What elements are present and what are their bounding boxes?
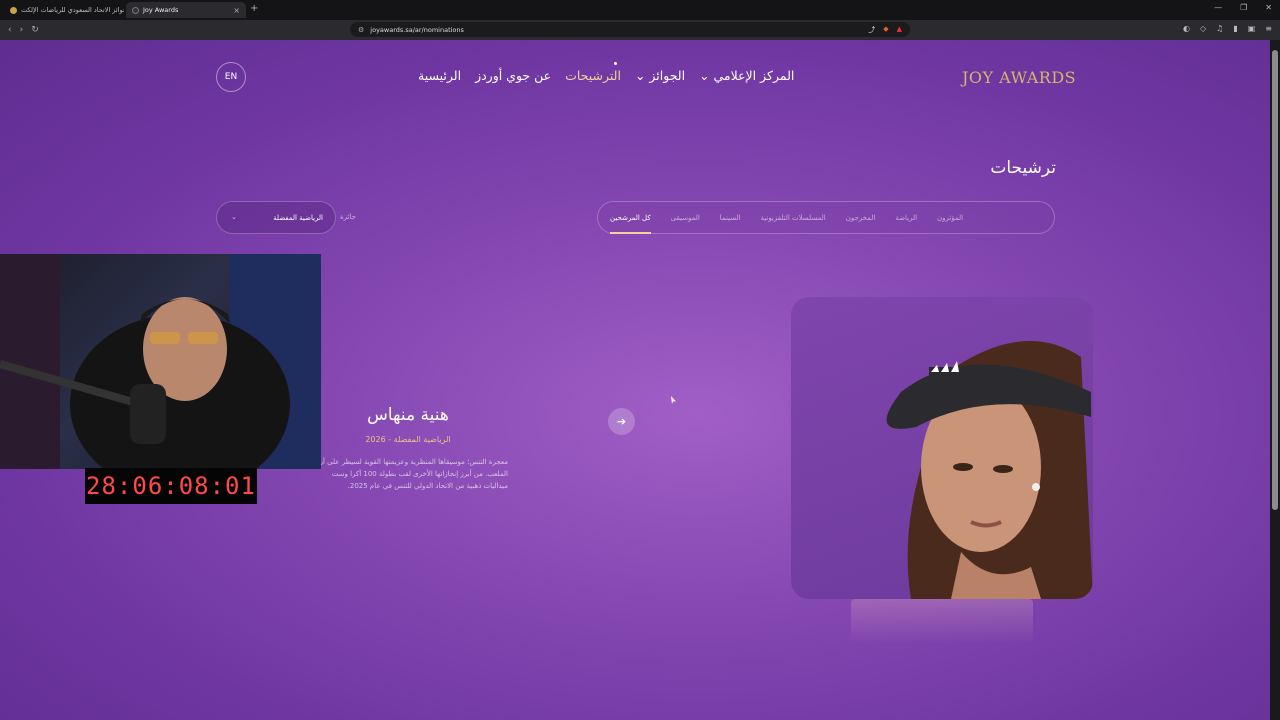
arrow-right-icon[interactable]: ➔ xyxy=(608,408,635,435)
main-nav: الرئيسية عن جوي أوردز الترشيحات الجوائز … xyxy=(418,68,794,83)
award-select-value: الرياضية المفضلة xyxy=(273,213,323,222)
browser-chrome: جوائز الاتحاد السعودي للرياضات الإلكت...… xyxy=(0,0,1280,40)
tennis-player-portrait xyxy=(886,341,1093,599)
language-toggle-button[interactable]: EN xyxy=(216,62,246,92)
award-select[interactable]: ⌄ الرياضية المفضلة xyxy=(216,201,336,234)
filter-cinema[interactable]: السينما xyxy=(720,214,741,222)
stream-timer: 28:06:08:01 xyxy=(85,468,257,504)
nominee-photo xyxy=(791,297,1093,599)
maximize-icon[interactable]: ❐ xyxy=(1240,3,1247,12)
active-nav-indicator xyxy=(614,62,617,65)
back-icon[interactable]: ‹ xyxy=(8,25,12,35)
window-controls: — ❐ ✕ xyxy=(1214,3,1272,12)
tab-saudi-federation[interactable]: جوائز الاتحاد السعودي للرياضات الإلكت... xyxy=(4,2,124,18)
category-filter-bar: كل المرشحين الموسيقى السينما المسلسلات ا… xyxy=(597,201,1055,234)
new-tab-button[interactable]: + xyxy=(250,3,258,14)
page-scrollbar[interactable] xyxy=(1270,40,1280,720)
extensions-bar: ◐ ◇ ♫ ▮ ▣ ≡ xyxy=(1183,24,1272,33)
filter-directors[interactable]: المخرجون xyxy=(846,214,876,222)
browser-toolbar: ‹ › ↻ ⚙ joyawards.sa/ar/nominations ⤴ ◆ … xyxy=(0,20,1280,40)
reload-icon[interactable]: ↻ xyxy=(31,25,39,35)
menu-icon[interactable]: ≡ xyxy=(1265,24,1272,33)
mouse-cursor xyxy=(671,396,676,404)
filter-music[interactable]: الموسيقى xyxy=(671,214,700,222)
close-tab-icon[interactable]: × xyxy=(233,6,240,15)
filter-series[interactable]: المسلسلات التلفزيونية xyxy=(761,214,826,222)
extension-icon[interactable]: ◐ xyxy=(1183,24,1190,33)
minimize-icon[interactable]: — xyxy=(1214,3,1222,12)
address-bar[interactable]: ⚙ joyawards.sa/ar/nominations ⤴ ◆ ▲ xyxy=(350,22,910,37)
tab-title: Joy Awards xyxy=(143,6,179,14)
webcam-overlay xyxy=(0,254,321,469)
nav-awards[interactable]: الجوائز ⌄ xyxy=(635,68,685,83)
scrollbar-thumb[interactable] xyxy=(1272,50,1278,510)
tab-favicon-icon xyxy=(10,6,17,14)
nominee-name: هنية منهاس xyxy=(367,405,449,425)
photo-reflection xyxy=(851,599,1033,644)
nav-nominations[interactable]: الترشيحات xyxy=(565,68,621,83)
tab-strip: جوائز الاتحاد السعودي للرياضات الإلكت...… xyxy=(0,0,1280,20)
tab-title: جوائز الاتحاد السعودي للرياضات الإلكت... xyxy=(21,6,124,14)
extension-icon[interactable]: ◇ xyxy=(1200,24,1206,33)
joy-awards-logo[interactable]: JOY AWARDS xyxy=(962,68,1076,87)
sidebar-icon[interactable]: ▮ xyxy=(1233,24,1237,33)
filter-influencers[interactable]: المؤثرون xyxy=(937,214,963,222)
share-icon[interactable]: ⤴ xyxy=(868,25,875,35)
nav-about[interactable]: عن جوي أوردز xyxy=(475,68,551,83)
filter-sports[interactable]: الرياضة xyxy=(895,214,917,222)
nav-media-center[interactable]: المركز الإعلامي ⌄ xyxy=(699,68,794,83)
alert-icon[interactable]: ▲ xyxy=(897,25,902,35)
chevron-down-icon: ⌄ xyxy=(231,213,237,221)
nav-home[interactable]: الرئيسية xyxy=(418,68,461,83)
nominee-description: معجزة التنس؛ موسيقاها المنظرية وعزيمتها … xyxy=(311,458,508,490)
music-icon[interactable]: ♫ xyxy=(1216,24,1223,33)
site-info-icon[interactable]: ⚙ xyxy=(358,26,364,34)
url-text: joyawards.sa/ar/nominations xyxy=(370,25,464,34)
close-window-icon[interactable]: ✕ xyxy=(1265,3,1272,12)
forward-icon[interactable]: › xyxy=(20,25,24,35)
streamer-video xyxy=(0,254,321,469)
wallet-icon[interactable]: ▣ xyxy=(1248,24,1256,33)
tab-favicon-icon xyxy=(132,6,139,14)
page-title: ترشيحات xyxy=(990,158,1056,178)
address-actions: ⤴ ◆ ▲ xyxy=(868,25,902,35)
shield-icon[interactable]: ◆ xyxy=(883,25,888,35)
filter-all[interactable]: كل المرشحين xyxy=(610,214,651,234)
award-select-label: جائزة xyxy=(340,213,356,221)
tab-joy-awards[interactable]: Joy Awards × xyxy=(126,2,246,18)
nominee-subtitle: الرياضية المفضلة - 2026 xyxy=(365,435,451,444)
